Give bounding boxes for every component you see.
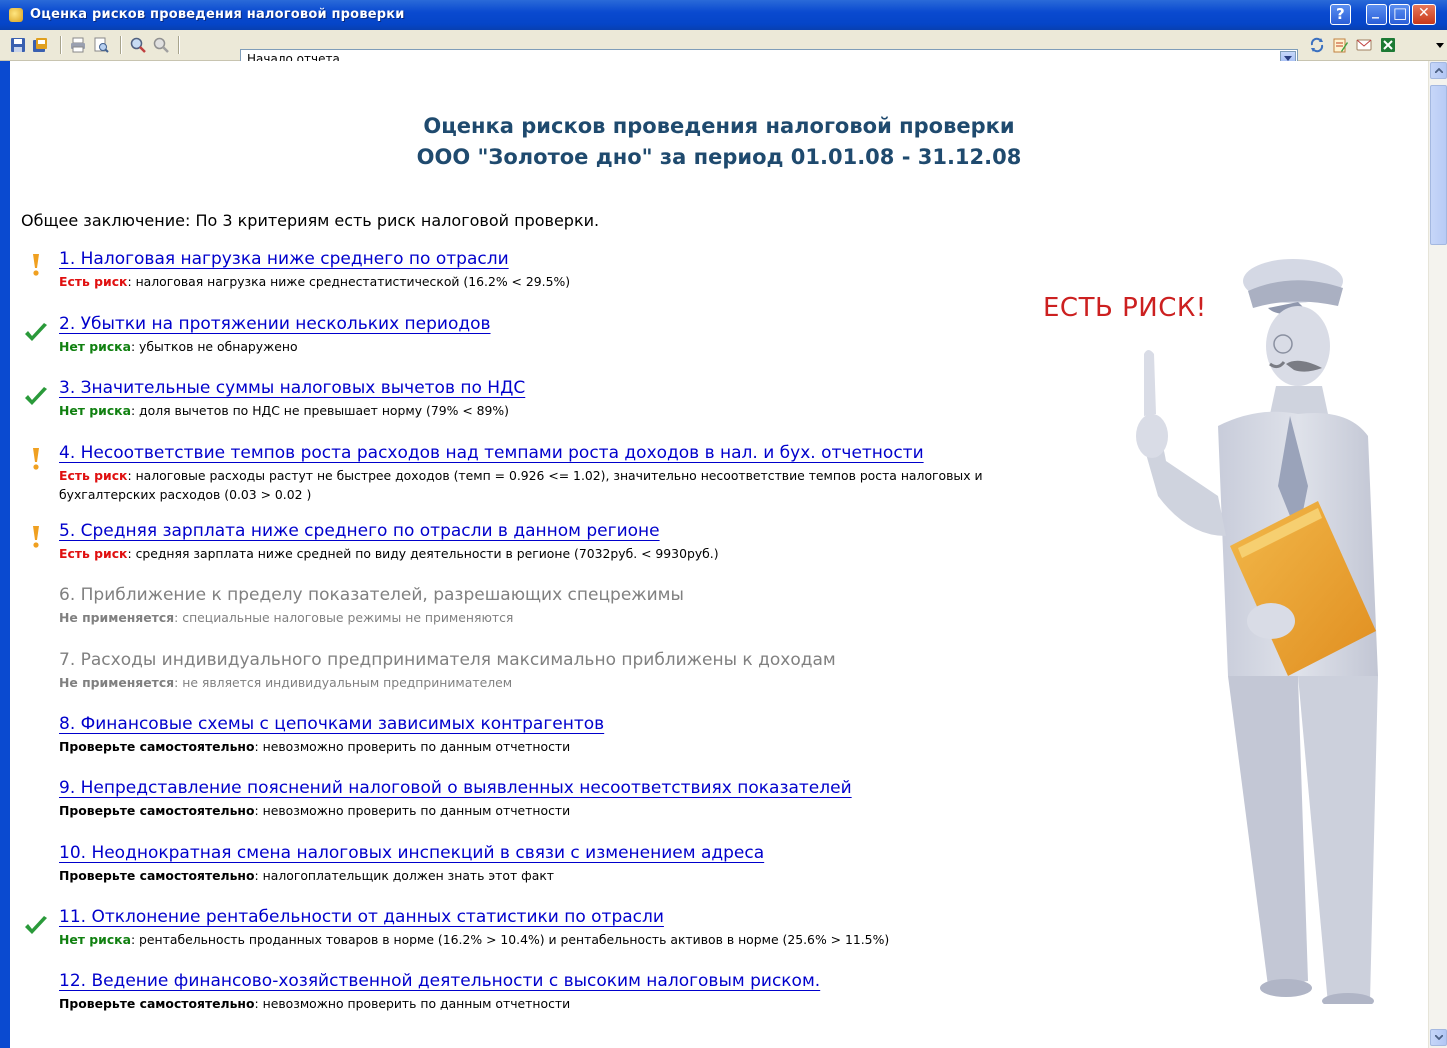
criterion-link[interactable]: 2. Убытки на протяжении нескольких перио… bbox=[59, 314, 491, 334]
window-title: Оценка рисков проведения налоговой прове… bbox=[30, 7, 405, 22]
criterion-detail: : средняя зарплата ниже средней по виду … bbox=[127, 546, 719, 561]
maximize-button[interactable]: □ bbox=[1389, 4, 1410, 25]
criterion-link[interactable]: 11. Отклонение рентабельности от данных … bbox=[59, 907, 664, 927]
criterion-description: Не применяется: специальные налоговые ре… bbox=[59, 608, 1019, 627]
more-chevron-down-icon[interactable] bbox=[1436, 43, 1444, 49]
status-label: Не применяется bbox=[59, 610, 175, 625]
scroll-down-button[interactable] bbox=[1430, 1029, 1447, 1046]
minimize-button[interactable]: _ bbox=[1366, 3, 1387, 25]
excel-icon[interactable] bbox=[1380, 37, 1396, 53]
criterion-link[interactable]: 12. Ведение финансово-хозяйственной деят… bbox=[59, 971, 820, 991]
criterion-item: 8. Финансовые схемы с цепочками зависимы… bbox=[59, 714, 1019, 756]
toolbar-separator bbox=[120, 36, 122, 54]
criterion-detail: : убытков не обнаружено bbox=[130, 339, 298, 354]
criterion-item: 1. Налоговая нагрузка ниже среднего по о… bbox=[33, 249, 1019, 291]
status-label: Проверьте самостоятельно bbox=[59, 868, 255, 883]
criterion-description: Не применяется: не является индивидуальн… bbox=[59, 673, 1019, 692]
status-label: Нет риска bbox=[59, 403, 131, 418]
scroll-up-button[interactable] bbox=[1430, 62, 1447, 79]
criterion-item: 7. Расходы индивидуального предпринимате… bbox=[59, 650, 1019, 692]
chevron-up-icon bbox=[1435, 68, 1443, 73]
status-label: Нет риска bbox=[59, 932, 131, 947]
criterion-item: 9. Непредставление пояснений налоговой о… bbox=[59, 778, 1019, 820]
status-label: Не применяется bbox=[59, 675, 175, 690]
refresh-icon[interactable] bbox=[1309, 37, 1325, 53]
criterion-link[interactable]: 1. Налоговая нагрузка ниже среднего по о… bbox=[59, 249, 509, 269]
help-button[interactable]: ? bbox=[1330, 4, 1351, 25]
criterion-title: 7. Расходы индивидуального предпринимате… bbox=[59, 650, 836, 670]
checkmark-icon bbox=[25, 387, 47, 405]
app-icon bbox=[9, 8, 23, 22]
criterion-detail: : специальные налоговые режимы не примен… bbox=[174, 610, 514, 625]
criterion-detail: : не является индивидуальным предпринима… bbox=[174, 675, 513, 690]
criterion-detail: : рентабельность проданных товаров в нор… bbox=[130, 932, 890, 947]
window-frame-left bbox=[0, 61, 10, 1048]
status-label: Есть риск bbox=[59, 274, 128, 289]
criterion-link[interactable]: 5. Средняя зарплата ниже среднего по отр… bbox=[59, 521, 660, 541]
find-next-icon[interactable] bbox=[153, 37, 169, 53]
criterion-description: Проверьте самостоятельно: невозможно про… bbox=[59, 801, 1019, 820]
criterion-item: 6. Приближение к пределу показателей, ра… bbox=[59, 585, 1019, 627]
criterion-link[interactable]: 3. Значительные суммы налоговых вычетов … bbox=[59, 378, 525, 398]
print-icon[interactable] bbox=[70, 37, 86, 53]
status-label: Есть риск bbox=[59, 468, 128, 483]
criterion-item: 4. Несоответствие темпов роста расходов … bbox=[33, 443, 1019, 504]
criterion-item: 11. Отклонение рентабельности от данных … bbox=[25, 907, 1019, 949]
criterion-link[interactable]: 10. Неоднократная смена налоговых инспек… bbox=[59, 843, 764, 863]
criterion-description: Есть риск: налоговые расходы растут не б… bbox=[59, 466, 1019, 504]
criterion-detail: : невозможно проверить по данным отчетно… bbox=[254, 739, 571, 754]
report-content: Оценка рисков проведения налоговой прове… bbox=[10, 61, 1428, 1048]
criterion-detail: : налогоплательщик должен знать этот фак… bbox=[254, 868, 555, 883]
status-label: Проверьте самостоятельно bbox=[59, 996, 255, 1011]
criterion-detail: : налоговая нагрузка ниже среднестатисти… bbox=[127, 274, 571, 289]
criterion-item: 2. Убытки на протяжении нескольких перио… bbox=[25, 314, 1019, 356]
status-label: Проверьте самостоятельно bbox=[59, 803, 255, 818]
criterion-description: Нет риска: доля вычетов по НДС не превыш… bbox=[59, 401, 1019, 420]
tax-inspector-illustration bbox=[1136, 259, 1378, 1004]
criterion-item: 5. Средняя зарплата ниже среднего по отр… bbox=[33, 521, 1019, 563]
criterion-detail: : невозможно проверить по данным отчетно… bbox=[254, 996, 571, 1011]
criterion-detail: : доля вычетов по НДС не превышает норму… bbox=[130, 403, 510, 418]
report-subtitle: ООО "Золотое дно" за период 01.01.08 - 3… bbox=[416, 145, 1022, 169]
close-button[interactable]: ✕ bbox=[1412, 4, 1436, 25]
status-label: Есть риск bbox=[59, 546, 128, 561]
criterion-description: Проверьте самостоятельно: невозможно про… bbox=[59, 737, 1019, 756]
status-label: Нет риска bbox=[59, 339, 131, 354]
criterion-description: Есть риск: налоговая нагрузка ниже средн… bbox=[59, 272, 1019, 291]
chevron-down-icon bbox=[1435, 1035, 1443, 1040]
criterion-description: Проверьте самостоятельно: налогоплательщ… bbox=[59, 866, 1019, 885]
report-title: Оценка рисков проведения налоговой прове… bbox=[423, 114, 1015, 138]
status-label: Проверьте самостоятельно bbox=[59, 739, 255, 754]
criterion-description: Есть риск: средняя зарплата ниже средней… bbox=[59, 544, 1019, 563]
warning-exclamation-icon bbox=[33, 448, 39, 470]
window-titlebar: Оценка рисков проведения налоговой прове… bbox=[0, 0, 1447, 30]
criterion-detail: : невозможно проверить по данным отчетно… bbox=[254, 803, 571, 818]
save-icon[interactable] bbox=[10, 37, 26, 53]
checkmark-icon bbox=[25, 323, 47, 341]
criterion-item: 12. Ведение финансово-хозяйственной деят… bbox=[59, 971, 1019, 1013]
toolbar-separator bbox=[178, 36, 180, 54]
save-as-icon[interactable] bbox=[32, 37, 48, 53]
email-icon[interactable] bbox=[1356, 37, 1372, 53]
warning-exclamation-icon bbox=[33, 526, 39, 548]
criterion-title: 6. Приближение к пределу показателей, ра… bbox=[59, 585, 684, 605]
toolbar-separator bbox=[60, 36, 62, 54]
criterion-link[interactable]: 4. Несоответствие темпов роста расходов … bbox=[59, 443, 924, 463]
find-icon[interactable] bbox=[130, 37, 146, 53]
criterion-item: 3. Значительные суммы налоговых вычетов … bbox=[25, 378, 1019, 420]
vertical-scrollbar[interactable] bbox=[1428, 61, 1447, 1048]
criterion-link[interactable]: 9. Непредставление пояснений налоговой о… bbox=[59, 778, 852, 798]
criterion-item: 10. Неоднократная смена налоговых инспек… bbox=[59, 843, 1019, 885]
criterion-description: Проверьте самостоятельно: невозможно про… bbox=[59, 994, 1019, 1013]
general-conclusion: Общее заключение: По 3 критериям есть ри… bbox=[21, 211, 600, 230]
criterion-description: Нет риска: убытков не обнаружено bbox=[59, 337, 1019, 356]
edit-icon[interactable] bbox=[1332, 37, 1348, 53]
criterion-detail: : налоговые расходы растут не быстрее до… bbox=[59, 468, 983, 502]
criterion-link[interactable]: 8. Финансовые схемы с цепочками зависимы… bbox=[59, 714, 604, 734]
warning-exclamation-icon bbox=[33, 254, 39, 276]
print-preview-icon[interactable] bbox=[93, 37, 109, 53]
scroll-thumb[interactable] bbox=[1430, 85, 1447, 245]
criterion-description: Нет риска: рентабельность проданных това… bbox=[59, 930, 1019, 949]
checkmark-icon bbox=[25, 916, 47, 934]
